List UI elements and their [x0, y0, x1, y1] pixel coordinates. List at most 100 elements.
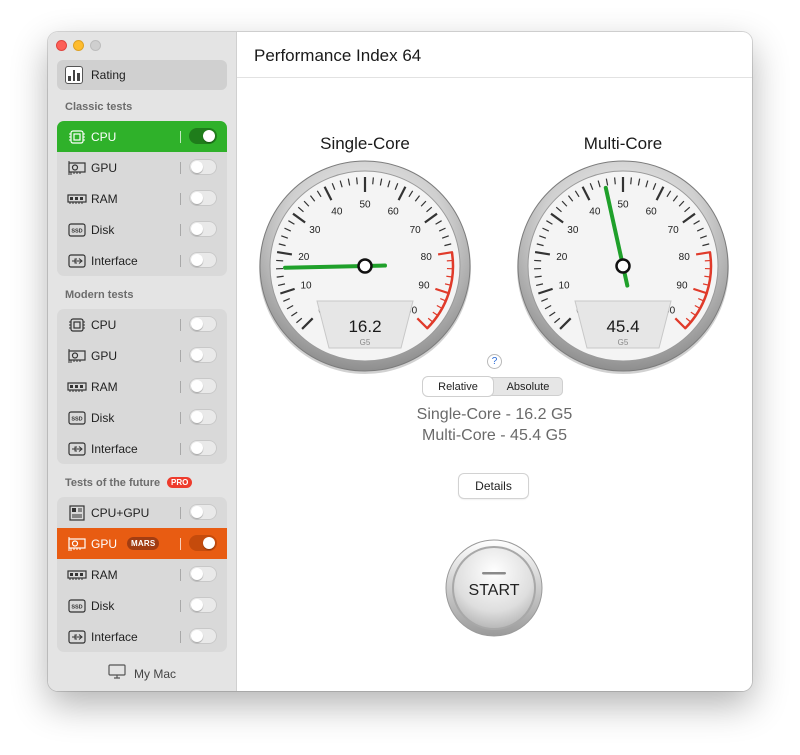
segment-absolute[interactable]: Absolute — [493, 377, 563, 396]
test-label: GPU — [91, 160, 118, 175]
bar-chart-icon — [65, 66, 83, 84]
test-row-modern-gpu[interactable]: GPU — [57, 340, 227, 371]
single-core-scale-label: 70 — [410, 225, 422, 236]
divider — [180, 224, 181, 236]
start-indicator — [482, 572, 506, 575]
test-toggle[interactable] — [189, 378, 217, 394]
test-row-modern-disk[interactable]: SSD Disk — [57, 402, 227, 433]
divider — [180, 507, 181, 519]
multi-core-scale-label: 90 — [676, 281, 688, 292]
test-label: GPU — [91, 536, 118, 551]
test-label: RAM — [91, 191, 118, 206]
minimize-window-button[interactable] — [73, 40, 84, 51]
test-row-classic-ram[interactable]: RAM — [57, 183, 227, 214]
test-toggle[interactable] — [189, 252, 217, 268]
cpu-icon — [67, 129, 87, 145]
single-core-scale-label: 20 — [298, 252, 310, 263]
single-core-result: Single-Core - 16.2 G5 — [416, 406, 573, 423]
test-row-modern-interface[interactable]: Interface — [57, 433, 227, 464]
mars-badge: MARS — [127, 537, 160, 550]
test-label: RAM — [91, 567, 118, 582]
divider — [180, 631, 181, 643]
test-toggle[interactable] — [189, 221, 217, 237]
single-core-tick — [356, 177, 358, 185]
gauges-area: 010203040506070809010016.2G5 01020304050… — [259, 160, 729, 374]
divider — [180, 131, 181, 143]
test-row-modern-cpu[interactable]: CPU — [57, 309, 227, 340]
divider — [180, 600, 181, 612]
section-title-future: Tests of the future — [65, 477, 161, 489]
single-core-scale-label: 40 — [331, 206, 343, 217]
test-row-future-gpu[interactable]: GPU MARS — [57, 528, 227, 559]
single-core-needle-hub — [357, 258, 373, 274]
segment-relative[interactable]: Relative — [423, 377, 493, 396]
single-core-tick — [372, 177, 374, 185]
test-row-classic-interface[interactable]: Interface — [57, 245, 227, 276]
ssd-icon: SSD — [67, 410, 87, 426]
single-core-scale-label: 90 — [418, 281, 430, 292]
test-toggle[interactable] — [189, 597, 217, 613]
test-toggle[interactable] — [189, 535, 217, 551]
test-toggle[interactable] — [189, 504, 217, 520]
gpu-icon — [67, 348, 87, 364]
single-core-value-text: 16.2 — [348, 317, 381, 336]
test-row-classic-gpu[interactable]: GPU — [57, 152, 227, 183]
test-row-classic-cpu[interactable]: CPU — [57, 121, 227, 152]
single-core-scale-label: 30 — [309, 225, 321, 236]
help-icon[interactable]: ? — [487, 354, 502, 369]
svg-text:SSD: SSD — [71, 416, 82, 422]
test-row-future-ram[interactable]: RAM — [57, 559, 227, 590]
multi-core-scale-label: 80 — [679, 252, 691, 263]
test-toggle[interactable] — [189, 566, 217, 582]
svg-text:SSD: SSD — [71, 228, 82, 234]
test-label: Interface — [91, 253, 138, 268]
test-row-classic-disk[interactable]: SSD Disk — [57, 214, 227, 245]
sidebar-item-rating[interactable]: Rating — [57, 60, 227, 90]
test-label: GPU — [91, 348, 118, 363]
test-toggle[interactable] — [189, 128, 217, 144]
test-row-future-cpu-gpu[interactable]: CPU+GPU — [57, 497, 227, 528]
gpu-icon — [67, 160, 87, 176]
test-toggle[interactable] — [189, 347, 217, 363]
test-row-future-interface[interactable]: Interface — [57, 621, 227, 652]
test-label: Disk — [91, 598, 115, 613]
single-core-scale-label: 10 — [300, 281, 312, 292]
ssd-icon: SSD — [67, 222, 87, 238]
close-window-button[interactable] — [56, 40, 67, 51]
test-toggle[interactable] — [189, 628, 217, 644]
divider — [180, 412, 181, 424]
divider — [180, 193, 181, 205]
test-toggle[interactable] — [189, 409, 217, 425]
multi-core-scale-label: 70 — [668, 225, 680, 236]
test-row-future-disk[interactable]: SSD Disk — [57, 590, 227, 621]
single-core-scale-label: 60 — [388, 206, 400, 217]
section-title-modern: Modern tests — [65, 289, 134, 301]
start-button[interactable]: START — [444, 538, 544, 638]
test-label: Interface — [91, 629, 138, 644]
zoom-window-button[interactable] — [90, 40, 101, 51]
svg-text:SSD: SSD — [71, 604, 82, 610]
divider — [180, 569, 181, 581]
test-toggle[interactable] — [189, 440, 217, 456]
test-row-modern-ram[interactable]: RAM — [57, 371, 227, 402]
multi-core-scale-label: 10 — [558, 281, 570, 292]
details-button[interactable]: Details — [459, 474, 528, 498]
ram-icon — [67, 379, 87, 395]
sidebar: Rating Classic tests CPU GPU RAM SSD Dis… — [48, 32, 237, 691]
multi-core-scale-label: 50 — [617, 200, 629, 211]
title-bar: Performance Index 64 — [237, 32, 752, 78]
test-toggle[interactable] — [189, 159, 217, 175]
single-core-gauge: 010203040506070809010016.2G5 — [259, 160, 471, 374]
pro-badge: PRO — [167, 477, 193, 488]
divider — [180, 319, 181, 331]
multi-core-scale-label: 30 — [567, 225, 579, 236]
divider — [180, 162, 181, 174]
test-label: CPU — [91, 317, 117, 332]
usb-icon — [67, 629, 87, 645]
test-toggle[interactable] — [189, 316, 217, 332]
my-mac-button[interactable]: My Mac — [108, 664, 176, 684]
test-toggle[interactable] — [189, 190, 217, 206]
group-classic-tests: CPU GPU RAM SSD Disk Interface — [57, 121, 227, 276]
my-mac-label: My Mac — [134, 667, 176, 681]
test-label: RAM — [91, 379, 118, 394]
